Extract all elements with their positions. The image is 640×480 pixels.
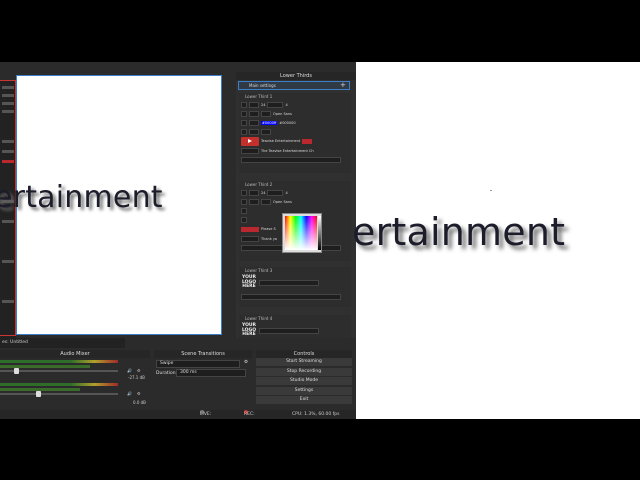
studio-mode-button[interactable]: Studio Mode: [256, 377, 352, 385]
dock-separator[interactable]: [222, 62, 232, 347]
speaker-icon[interactable]: 🔊: [127, 368, 132, 373]
anim-field[interactable]: 4: [285, 191, 287, 195]
line2-input[interactable]: The Teavise Entertainment Ch: [261, 149, 314, 153]
line1-input[interactable]: Teavise Entertainment: [261, 139, 300, 143]
audio-mixer-title: Audio Mixer: [0, 350, 150, 358]
add-icon[interactable]: +: [340, 82, 346, 89]
audio-mixer: 🔊 ⚙ -27.1 dB 🔊 ⚙ 0.0 dB: [0, 358, 150, 413]
font-select[interactable]: Open Sans: [273, 112, 292, 116]
stop-recording-button[interactable]: Stop Recording: [256, 367, 352, 376]
start-streaming-button[interactable]: Start Streaming: [256, 358, 352, 366]
hex-color-2[interactable]: #000000: [279, 121, 295, 125]
logo-placeholder: YOUR LOGO HERE: [241, 323, 257, 338]
transition-select[interactable]: Swipe: [156, 360, 240, 368]
size-field[interactable]: 24: [261, 103, 265, 107]
size-field[interactable]: 24: [261, 191, 265, 195]
volume-slider[interactable]: [0, 368, 118, 374]
exit-button[interactable]: Exit: [256, 396, 352, 404]
duration-label: Duration: [156, 371, 176, 376]
controls-dock: Start Streaming Stop Recording Studio Mo…: [256, 358, 352, 406]
scene-collection-label: es: Untitled: [0, 338, 125, 348]
lower-third-title: Lower Third 3: [245, 268, 273, 273]
controls-title: Controls: [256, 350, 352, 358]
gear-icon[interactable]: ⚙: [137, 391, 141, 396]
lower-third-3: Lower Third 3 YOUR LOGO HERE: [239, 267, 351, 307]
volume-meter: [0, 383, 118, 386]
scene-transitions-title: Scene Transitions: [154, 350, 252, 358]
gear-icon[interactable]: ⚙: [137, 368, 141, 373]
scene-transitions: Swipe ⚙ Duration 300 ms: [154, 358, 252, 388]
lower-thirds-title: Lower Thirds: [236, 72, 356, 80]
lower-third-1: Lower Third 1 24 4 Open Sans #0000ff #0000…: [239, 93, 351, 173]
color-gradient[interactable]: [285, 216, 317, 250]
track1-db: -27.1 dB: [128, 375, 145, 380]
preview-lower-third-text: ertainment: [0, 180, 163, 215]
line2-input[interactable]: Thank yo: [261, 237, 277, 241]
lower-third-title: Lower Third 4: [245, 316, 273, 321]
font-select[interactable]: Open Sans: [273, 200, 292, 204]
main-settings-bar[interactable]: Main settings: [238, 81, 350, 90]
youtube-logo-icon: [241, 136, 259, 146]
lower-third-title: Lower Third 2: [245, 182, 273, 187]
logo-placeholder: YOUR LOGO HERE: [241, 275, 257, 290]
brightness-slider[interactable]: [318, 216, 321, 250]
output-lower-third-text: ertainment: [352, 210, 566, 254]
duration-input[interactable]: 300 ms: [176, 369, 246, 377]
screen: ertainment Lower Thirds Main settings + …: [0, 62, 640, 419]
speaker-icon[interactable]: 🔊: [127, 391, 132, 396]
obs-window: ertainment Lower Thirds Main settings + …: [0, 62, 356, 419]
status-bar: LIVE: 00:00:00 REC: 00:04:48 CPU: 1.3%, …: [0, 410, 356, 419]
volume-meter: [0, 360, 118, 363]
gear-icon[interactable]: ⚙: [244, 360, 248, 365]
volume-slider[interactable]: [0, 391, 118, 397]
anim-field[interactable]: 4: [285, 103, 287, 107]
track2-db: 0.0 dB: [133, 400, 146, 405]
hex-color-1[interactable]: #0000ff: [261, 120, 278, 125]
lower-third-title: Lower Third 1: [245, 94, 273, 99]
settings-button[interactable]: Settings: [256, 386, 352, 395]
cpu-status: CPU: 1.3%, 60.00 fps: [292, 412, 340, 417]
color-picker-popup[interactable]: [282, 213, 322, 253]
cursor-mark: [490, 190, 492, 191]
line1-input[interactable]: Please S: [261, 227, 276, 231]
